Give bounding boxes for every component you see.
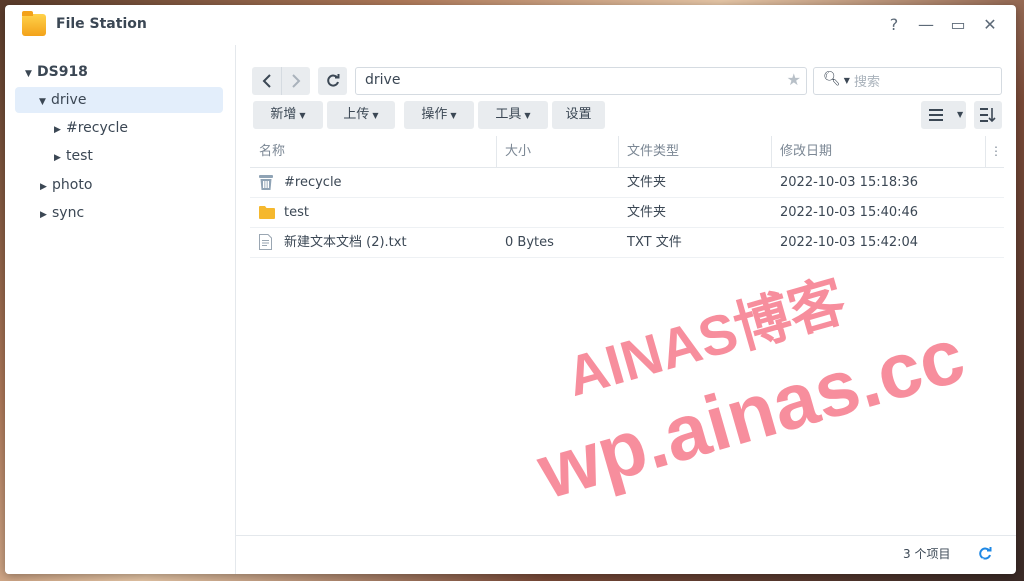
- view-mode-button[interactable]: ▼: [921, 101, 966, 129]
- folder-icon: [259, 206, 275, 219]
- chevron-right-icon: [291, 74, 300, 88]
- collapsed-arrow-icon[interactable]: ▶: [54, 145, 66, 171]
- search-box: 🔍︎ ▼: [813, 67, 1002, 95]
- column-header-modified[interactable]: 修改日期: [780, 136, 832, 167]
- search-icon[interactable]: 🔍︎ ▼: [823, 71, 850, 87]
- path-bar[interactable]: drive ★: [355, 67, 807, 95]
- tools-button[interactable]: 工具 ▼: [478, 101, 548, 129]
- file-name: #recycle: [284, 175, 342, 190]
- action-button-label: 操作: [421, 107, 448, 122]
- sidebar-item-label: #recycle: [66, 120, 128, 136]
- window-title: File Station: [56, 16, 147, 32]
- column-divider[interactable]: [771, 136, 772, 167]
- collapsed-arrow-icon[interactable]: ▶: [54, 117, 66, 143]
- sidebar-item-label: sync: [52, 205, 85, 221]
- file-modified: 2022-10-03 15:42:04: [780, 235, 919, 250]
- refresh-icon: [326, 74, 339, 87]
- close-button[interactable]: ✕: [979, 14, 1001, 36]
- dropdown-caret-icon: ▼: [957, 110, 964, 119]
- path-text: drive: [365, 72, 401, 88]
- file-size: 0 Bytes: [505, 235, 554, 250]
- dropdown-caret-icon: ▼: [524, 111, 531, 120]
- upload-button[interactable]: 上传 ▼: [327, 101, 395, 129]
- refresh-button[interactable]: [318, 67, 347, 95]
- sidebar-item-photo[interactable]: ▶ photo: [40, 172, 92, 198]
- search-input[interactable]: [852, 71, 996, 93]
- back-button[interactable]: [252, 67, 282, 95]
- file-name: 新建文本文档 (2).txt: [284, 235, 407, 250]
- table-row[interactable]: test 文件夹 2022-10-03 15:40:46: [250, 198, 1004, 228]
- sidebar-item-label: drive: [51, 92, 87, 108]
- action-button[interactable]: 操作 ▼: [404, 101, 474, 129]
- sidebar-item-recycle[interactable]: ▶ #recycle: [54, 115, 128, 141]
- file-type: 文件夹: [627, 175, 667, 190]
- sidebar-item-drive[interactable]: ▼ drive: [15, 87, 223, 113]
- column-divider[interactable]: [985, 136, 986, 167]
- upload-button-label: 上传: [343, 107, 370, 122]
- column-divider[interactable]: [618, 136, 619, 167]
- history-nav: [252, 67, 310, 95]
- collapsed-arrow-icon[interactable]: ▶: [40, 202, 52, 228]
- forward-button[interactable]: [281, 67, 310, 95]
- sidebar-item-label: photo: [52, 177, 93, 193]
- file-modified: 2022-10-03 15:18:36: [780, 175, 919, 190]
- column-header-size[interactable]: 大小: [505, 136, 531, 167]
- file-station-app-icon: [22, 11, 46, 36]
- dropdown-caret-icon: ▼: [299, 111, 306, 120]
- file-type: TXT 文件: [627, 235, 682, 250]
- tree-root-ds918[interactable]: ▼ DS918: [25, 59, 88, 85]
- expanded-arrow-icon[interactable]: ▼: [39, 89, 51, 115]
- text-file-icon: [259, 234, 272, 250]
- chevron-left-icon: [262, 74, 271, 88]
- column-header-name[interactable]: 名称: [259, 136, 285, 167]
- file-station-window: File Station ? — ▭ ✕ ▼ DS918 ▼ drive ▶ #rec…: [5, 5, 1016, 574]
- settings-button[interactable]: 设置: [552, 101, 605, 129]
- file-modified: 2022-10-03 15:40:46: [780, 205, 919, 220]
- column-divider[interactable]: [496, 136, 497, 167]
- column-header-type[interactable]: 文件类型: [627, 136, 679, 167]
- title-bar[interactable]: File Station ? — ▭ ✕: [5, 5, 1016, 45]
- dropdown-caret-icon: ▼: [450, 111, 457, 120]
- sidebar-tree: ▼ DS918 ▼ drive ▶ #recycle ▶ test ▶ photo ▶ sy…: [5, 45, 236, 574]
- sidebar-item-sync[interactable]: ▶ sync: [40, 200, 84, 226]
- minimize-button[interactable]: —: [915, 14, 937, 36]
- create-button[interactable]: 新增 ▼: [253, 101, 323, 129]
- tree-root-label: DS918: [37, 64, 88, 80]
- dropdown-caret-icon: ▼: [372, 111, 379, 120]
- column-options-icon[interactable]: ⋮: [990, 136, 1002, 167]
- file-name: test: [284, 205, 309, 220]
- file-type: 文件夹: [627, 205, 667, 220]
- settings-button-label: 设置: [565, 107, 592, 122]
- star-icon[interactable]: ★: [787, 70, 801, 89]
- trash-icon: [259, 175, 273, 190]
- sort-icon: [980, 108, 996, 123]
- table-header: 名称 大小 文件类型 修改日期 ⋮: [250, 136, 1004, 168]
- sidebar-item-test[interactable]: ▶ test: [54, 143, 93, 169]
- corner-watermark: 值 什么值得买: [927, 558, 1016, 574]
- expanded-arrow-icon[interactable]: ▼: [25, 61, 37, 87]
- sidebar-item-label: test: [66, 148, 93, 164]
- collapsed-arrow-icon[interactable]: ▶: [40, 174, 52, 200]
- status-bar: 3 个项目: [236, 535, 1016, 574]
- create-button-label: 新增: [270, 107, 297, 122]
- table-row[interactable]: 新建文本文档 (2).txt 0 Bytes TXT 文件 2022-10-03…: [250, 228, 1004, 258]
- maximize-button[interactable]: ▭: [947, 14, 969, 36]
- sort-button[interactable]: [974, 101, 1002, 129]
- list-view-icon: [929, 109, 943, 121]
- help-button[interactable]: ?: [883, 14, 905, 36]
- table-row[interactable]: #recycle 文件夹 2022-10-03 15:18:36: [250, 168, 1004, 198]
- tools-button-label: 工具: [495, 107, 522, 122]
